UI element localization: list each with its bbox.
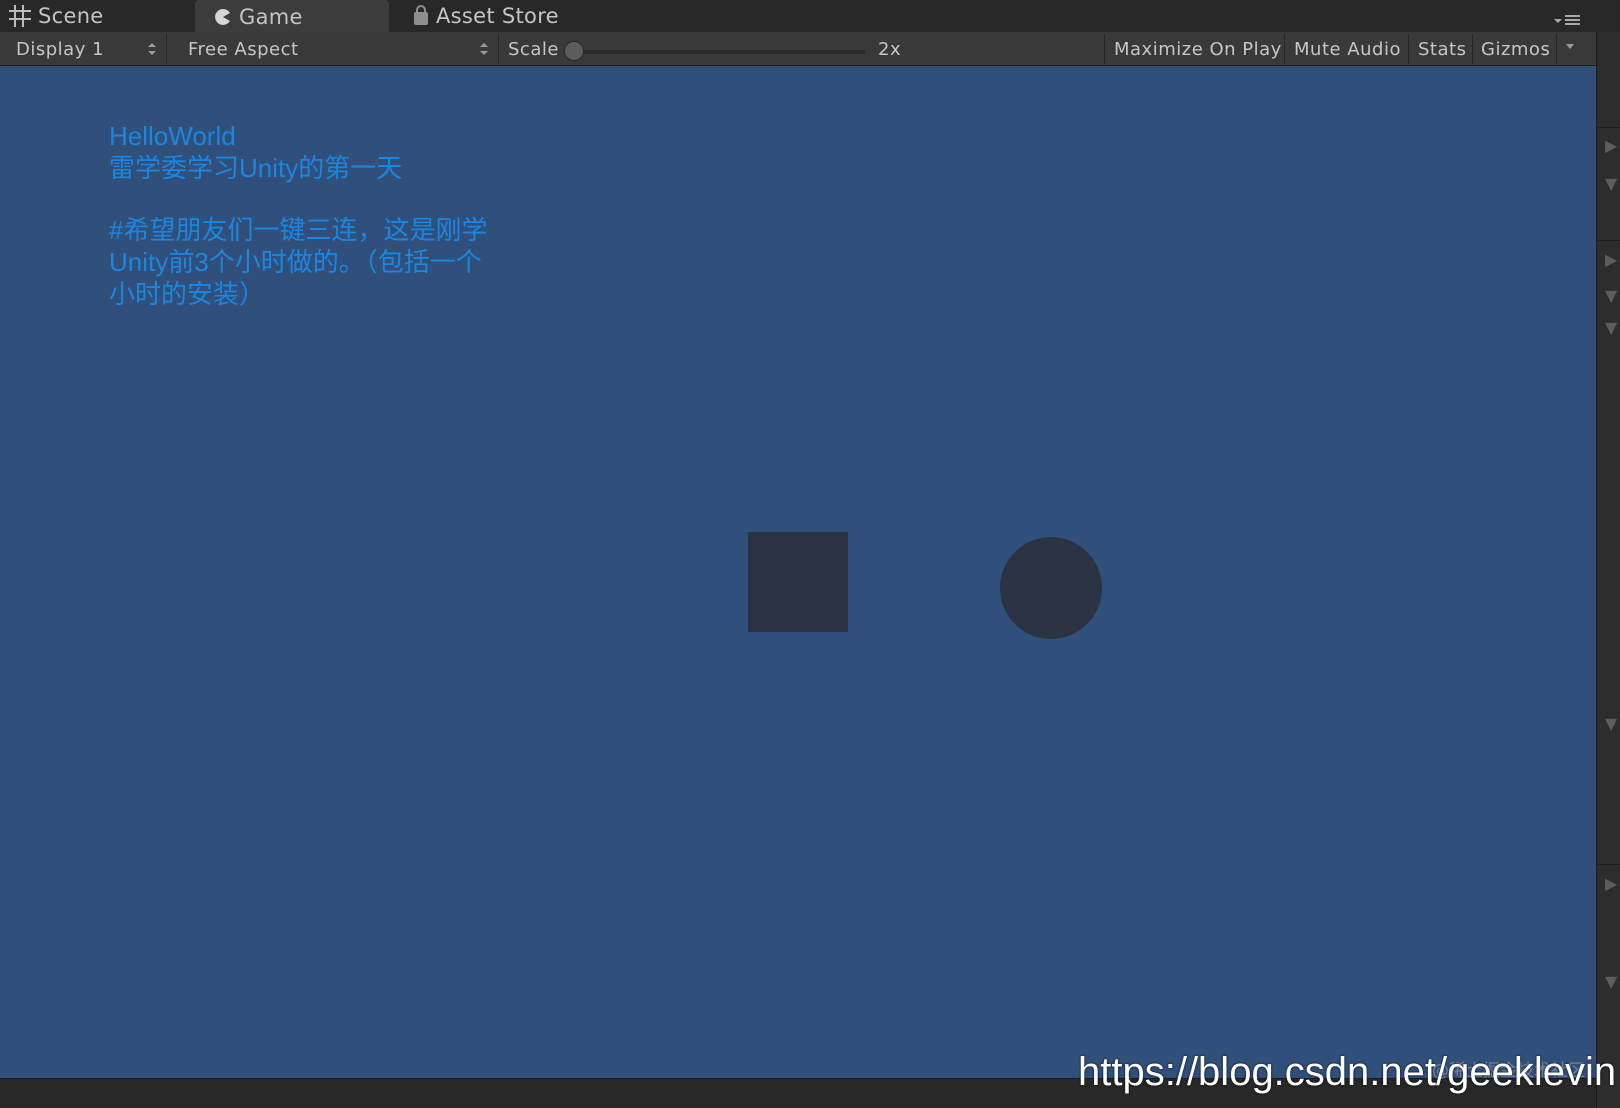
game-view-toolbar: Display 1 Free Aspect Scale 2x Maximize … [0, 32, 1596, 66]
gizmos-dropdown-icon[interactable] [1565, 43, 1575, 51]
game-viewport[interactable]: HelloWorld 雷学委学习Unity的第一天 #希望朋友们一键三连，这是刚… [0, 66, 1596, 1078]
pacman-icon [213, 7, 233, 27]
display-stepper-icon [148, 43, 156, 55]
scale-value: 2x [878, 38, 902, 60]
gizmos-button[interactable]: Gizmos [1481, 32, 1550, 66]
collapse-arrow-icon[interactable]: ▼ [1605, 972, 1617, 991]
display-select-value: Display 1 [16, 38, 105, 60]
tab-scene-label: Scene [38, 4, 104, 28]
editor-tab-bar: Scene Game Asset Store [0, 0, 1620, 34]
tab-asset-store-label: Asset Store [436, 4, 559, 28]
ui-text-line: Unity前3个小时做的。（包括一个 [109, 247, 482, 277]
expand-arrow-icon[interactable]: ▶ [1605, 136, 1617, 155]
scale-slider-thumb[interactable] [564, 41, 584, 61]
tab-scene[interactable]: Scene [8, 0, 194, 32]
aspect-select-value: Free Aspect [188, 38, 299, 60]
stats-button[interactable]: Stats [1418, 32, 1466, 66]
mute-audio-button[interactable]: Mute Audio [1294, 32, 1401, 66]
tab-game[interactable]: Game [195, 0, 389, 34]
aspect-stepper-icon [480, 43, 488, 55]
ui-text-line: HelloWorld [109, 121, 236, 151]
collapse-arrow-icon[interactable]: ▼ [1605, 286, 1617, 305]
ui-text-line: 小时的安装） [109, 279, 266, 309]
tab-game-label: Game [239, 5, 303, 29]
scale-slider-track[interactable] [568, 50, 866, 54]
ui-text-line: 雷学委学习Unity的第一天 [109, 153, 403, 183]
display-select[interactable]: Display 1 [16, 32, 166, 66]
grid-icon [8, 4, 32, 28]
tab-asset-store[interactable]: Asset Store [412, 0, 612, 32]
adjacent-panel-strip: ▶ ▼ ▶ ▼ ▼ ▼ ▶ ▼ [1596, 32, 1620, 1108]
expand-arrow-icon[interactable]: ▶ [1605, 250, 1617, 269]
panel-menu-icon[interactable] [1552, 12, 1582, 26]
collapse-arrow-icon[interactable]: ▼ [1605, 318, 1617, 337]
ui-text-line: #希望朋友们一键三连，这是刚学 [109, 215, 488, 245]
watermark-url: https://blog.csdn.net/geeklevin [1078, 1050, 1617, 1094]
collapse-arrow-icon[interactable]: ▼ [1605, 174, 1617, 193]
square-sprite [748, 532, 848, 632]
circle-sprite [1000, 537, 1102, 639]
aspect-select[interactable]: Free Aspect [188, 32, 498, 66]
scale-label: Scale [508, 38, 559, 60]
collapse-arrow-icon[interactable]: ▼ [1605, 714, 1617, 733]
expand-arrow-icon[interactable]: ▶ [1605, 874, 1617, 893]
bag-icon [412, 5, 430, 27]
ui-text-block: HelloWorld 雷学委学习Unity的第一天 #希望朋友们一键三连，这是刚… [109, 120, 539, 310]
maximize-on-play-button[interactable]: Maximize On Play [1114, 32, 1282, 66]
